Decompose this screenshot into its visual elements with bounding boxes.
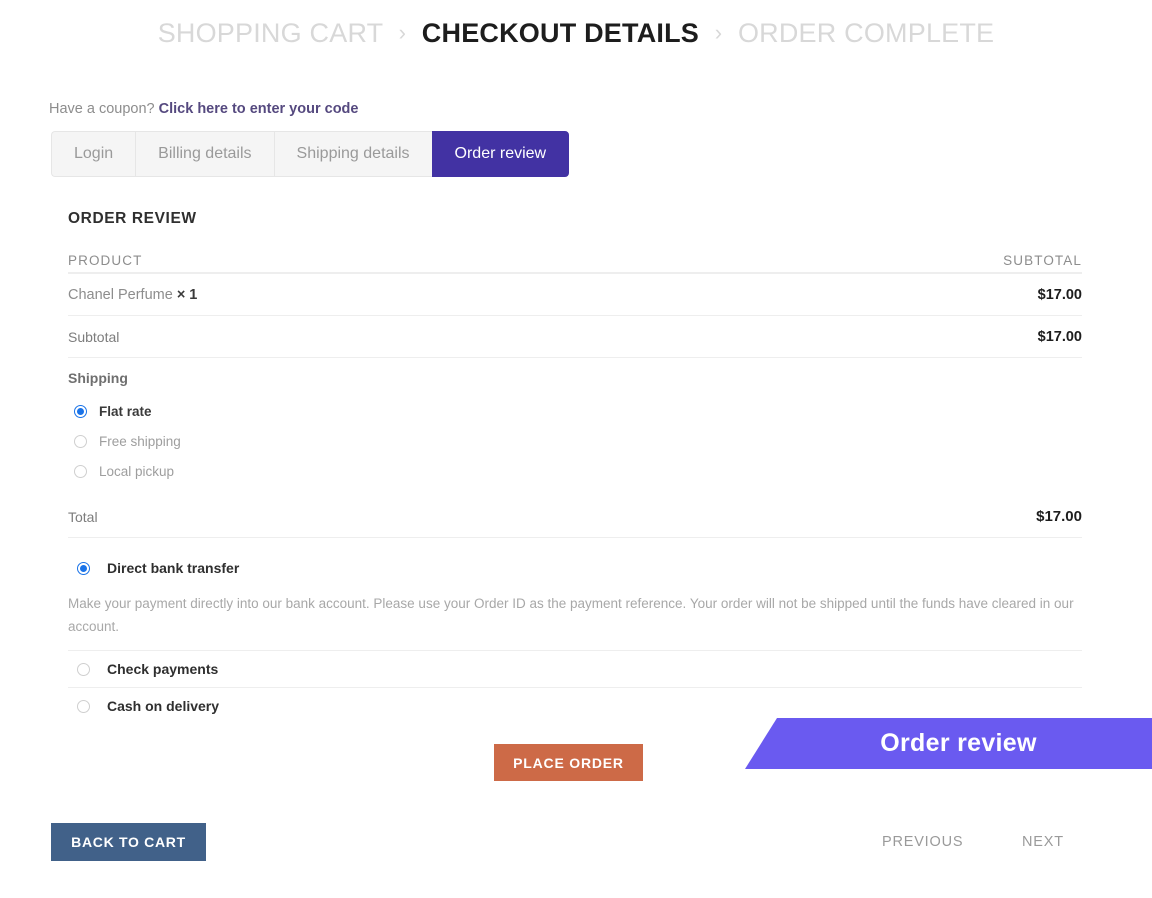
radio-icon[interactable] bbox=[77, 561, 90, 575]
coupon-notice: Have a coupon? Click here to enter your … bbox=[49, 101, 358, 117]
callout-label: Order review bbox=[880, 729, 1037, 757]
breadcrumb-step-shopping-cart[interactable]: SHOPPING CART bbox=[158, 18, 383, 48]
breadcrumb-separator-icon: › bbox=[714, 20, 723, 45]
coupon-enter-code-link[interactable]: Click here to enter your code bbox=[159, 101, 359, 117]
shipping-options: Flat rate Free shipping Local pickup bbox=[68, 390, 1082, 486]
tab-shipping-details[interactable]: Shipping details bbox=[273, 131, 432, 177]
coupon-prompt-label: Have a coupon? bbox=[49, 101, 155, 117]
table-row: Chanel Perfume × 1 $17.00 bbox=[68, 274, 1082, 316]
radio-icon[interactable] bbox=[77, 662, 90, 676]
payment-option-label: Cash on delivery bbox=[107, 698, 220, 714]
tab-order-review[interactable]: Order review bbox=[431, 131, 570, 177]
tab-billing-details[interactable]: Billing details bbox=[135, 131, 274, 177]
column-header-product: PRODUCT bbox=[68, 252, 143, 268]
product-name-cell: Chanel Perfume × 1 bbox=[68, 287, 197, 303]
breadcrumb-step-order-complete[interactable]: ORDER COMPLETE bbox=[738, 18, 994, 48]
previous-button[interactable]: PREVIOUS bbox=[882, 834, 963, 850]
product-quantity: × 1 bbox=[176, 286, 198, 303]
back-to-cart-button[interactable]: BACK TO CART bbox=[51, 823, 206, 861]
subtotal-label: Subtotal bbox=[68, 328, 120, 345]
place-order-button[interactable]: PLACE ORDER bbox=[494, 744, 643, 781]
next-button[interactable]: NEXT bbox=[1022, 834, 1064, 850]
payment-option-label: Direct bank transfer bbox=[107, 560, 240, 576]
breadcrumb: SHOPPING CART › CHECKOUT DETAILS › ORDER… bbox=[0, 18, 1152, 49]
total-value: $17.00 bbox=[1036, 508, 1082, 525]
product-name: Chanel Perfume bbox=[68, 286, 173, 303]
total-row: Total $17.00 bbox=[68, 496, 1082, 538]
radio-icon[interactable] bbox=[74, 404, 87, 418]
payment-method-description: Make your payment directly into our bank… bbox=[68, 586, 1082, 651]
shipping-option-label: Free shipping bbox=[99, 433, 181, 449]
payment-option-check-payments[interactable]: Check payments bbox=[68, 651, 1082, 688]
page-title: ORDER REVIEW bbox=[68, 210, 197, 227]
subtotal-value: $17.00 bbox=[1037, 328, 1082, 345]
column-header-subtotal: SUBTOTAL bbox=[1003, 252, 1082, 268]
payment-option-label: Check payments bbox=[107, 661, 219, 677]
subtotal-row: Subtotal $17.00 bbox=[68, 316, 1082, 358]
breadcrumb-step-checkout-details[interactable]: CHECKOUT DETAILS bbox=[422, 18, 699, 48]
total-label: Total bbox=[68, 508, 98, 525]
shipping-label: Shipping bbox=[68, 370, 128, 386]
checkout-tabs: Login Billing details Shipping details O… bbox=[51, 131, 570, 177]
breadcrumb-separator-icon: › bbox=[398, 20, 407, 45]
payment-option-direct-bank-transfer[interactable]: Direct bank transfer bbox=[68, 550, 1082, 586]
payment-methods: Direct bank transfer Make your payment d… bbox=[68, 538, 1082, 724]
radio-icon[interactable] bbox=[77, 699, 90, 713]
shipping-option-label: Flat rate bbox=[99, 403, 152, 419]
radio-icon[interactable] bbox=[74, 434, 87, 448]
order-review-callout-banner: Order review bbox=[745, 718, 1152, 769]
shipping-option-label: Local pickup bbox=[99, 463, 175, 479]
shipping-option-free-shipping[interactable]: Free shipping bbox=[68, 426, 1082, 456]
radio-icon[interactable] bbox=[74, 464, 87, 478]
tab-login[interactable]: Login bbox=[51, 131, 136, 177]
shipping-option-local-pickup[interactable]: Local pickup bbox=[68, 456, 1082, 486]
order-review-panel: ORDER REVIEW PRODUCT SUBTOTAL Chanel Per… bbox=[68, 210, 1082, 724]
product-subtotal: $17.00 bbox=[1037, 286, 1082, 303]
shipping-option-flat-rate[interactable]: Flat rate bbox=[68, 396, 1082, 426]
order-table-header: PRODUCT SUBTOTAL bbox=[68, 248, 1082, 274]
